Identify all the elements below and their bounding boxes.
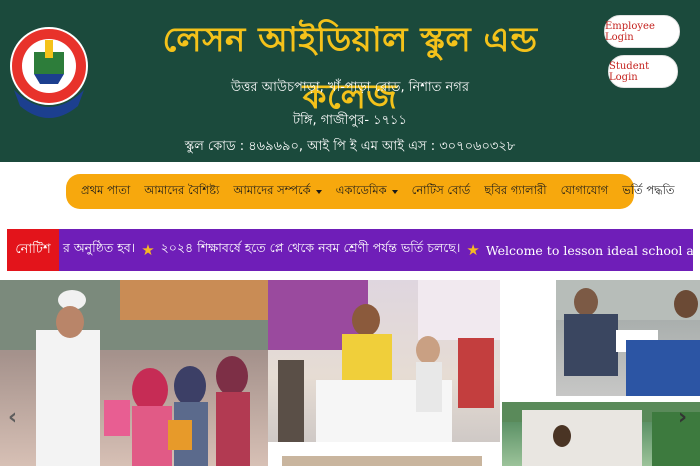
photo-illustration bbox=[556, 280, 700, 396]
gallery-photo-partial[interactable] bbox=[282, 456, 482, 466]
nav-contact-label: যোগাযোগ bbox=[560, 183, 609, 197]
nav-features-label: আমাদের বৈশিষ্ট্য bbox=[144, 183, 220, 197]
chevron-left-icon[interactable]: ‹ bbox=[8, 405, 17, 430]
nav-about-label: আমাদের সম্পর্কে bbox=[233, 183, 311, 197]
school-codes: স্কুল কোড : ৪৬৯৬৯০, আই পি ই এম আই এস : ৩… bbox=[184, 139, 516, 154]
employee-login-button[interactable]: Employee Login bbox=[604, 15, 680, 48]
nav-gallery[interactable]: ছবির গ্যালারী bbox=[477, 182, 553, 201]
nav-admission[interactable]: ভর্তি পদ্ধতি bbox=[615, 182, 681, 201]
photo-illustration bbox=[268, 280, 500, 442]
star-icon: ★ bbox=[141, 241, 155, 259]
notice-item[interactable]: Welcome to lesson ideal school and colle… bbox=[486, 243, 693, 258]
student-login-button[interactable]: Student Login bbox=[608, 55, 678, 88]
school-logo bbox=[10, 27, 88, 118]
nav-contact[interactable]: যোগাযোগ bbox=[554, 182, 616, 201]
school-city: টঙ্গি, গাজীপুর- ১৭১১ bbox=[293, 113, 407, 128]
site-header: লেসন আইডিয়াল স্কুল এন্ড কলেজ উত্তর আউচপ… bbox=[0, 0, 700, 162]
photo-illustration bbox=[502, 402, 700, 466]
nav-home-label: প্রথম পাতা bbox=[81, 183, 131, 197]
star-icon: ★ bbox=[466, 241, 480, 259]
gallery-photo-prize-giving[interactable] bbox=[556, 280, 700, 396]
notice-item[interactable]: ২০২৪ শিক্ষাবর্ষে হতে প্লে থেকে নবম শ্রেণ… bbox=[161, 240, 461, 260]
main-navigation: প্রথম পাতা আমাদের বৈশিষ্ট্য আমাদের সম্পর… bbox=[66, 174, 675, 209]
nav-academic[interactable]: একাডেমিক bbox=[329, 182, 405, 201]
gallery-photo-campus[interactable] bbox=[502, 402, 700, 466]
nav-gallery-label: ছবির গ্যালারী bbox=[484, 183, 547, 197]
notice-marquee: র অনুষ্ঠিত হব। ★ ২০২৪ শিক্ষাবর্ষে হতে প্… bbox=[63, 229, 693, 271]
nav-features[interactable]: আমাদের বৈশিষ্ট্য bbox=[137, 182, 226, 201]
nav-admission-label: ভর্তি পদ্ধতি bbox=[622, 183, 675, 197]
nav-home[interactable]: প্রথম পাতা bbox=[74, 182, 137, 201]
caret-down-icon bbox=[315, 189, 322, 194]
school-address: উত্তর আউচপাড়া, খাঁ-পাড়া রোড, নিশাত নগর bbox=[231, 80, 469, 95]
notice-item[interactable]: র অনুষ্ঠিত হব। bbox=[63, 240, 135, 260]
gallery-photo-ceremony-stage[interactable] bbox=[268, 280, 500, 442]
nav-notice-board-label: নোটিস বোর্ড bbox=[411, 183, 471, 197]
photo-illustration bbox=[0, 280, 268, 466]
gallery-photo-book-distribution[interactable] bbox=[0, 280, 268, 466]
nav-notice-board[interactable]: নোটিস বোর্ড bbox=[405, 182, 478, 201]
chevron-right-icon[interactable]: › bbox=[678, 405, 687, 430]
nav-academic-label: একাডেমিক bbox=[335, 183, 387, 197]
caret-down-icon bbox=[391, 189, 398, 194]
notice-label: নোটিশ bbox=[7, 229, 59, 271]
nav-about[interactable]: আমাদের সম্পর্কে bbox=[226, 182, 328, 201]
notice-ticker: নোটিশ র অনুষ্ঠিত হব। ★ ২০২৪ শিক্ষাবর্ষে … bbox=[7, 229, 693, 271]
